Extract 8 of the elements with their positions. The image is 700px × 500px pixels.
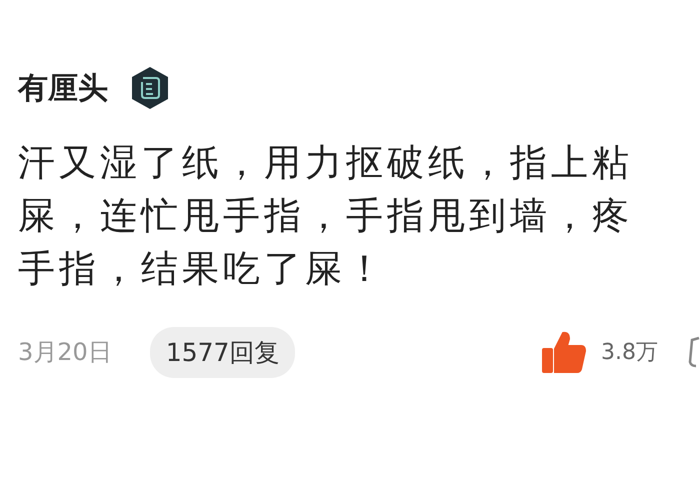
author-name[interactable]: 有厘头 — [18, 68, 108, 108]
comment-text: 汗又湿了纸，用力抠破纸，指上粘 — [18, 140, 634, 186]
replies-button[interactable]: 1577回复 — [150, 326, 296, 378]
like-count: 3.8万 — [601, 339, 658, 367]
thumbs-up-icon[interactable] — [541, 329, 587, 375]
comment-date: 3月20日 — [18, 337, 112, 368]
comment-text: 屎，连忙甩手指，手指甩到墙，疼 — [18, 193, 634, 239]
comment-text: 手指，结果吃了屎！ — [18, 246, 388, 292]
